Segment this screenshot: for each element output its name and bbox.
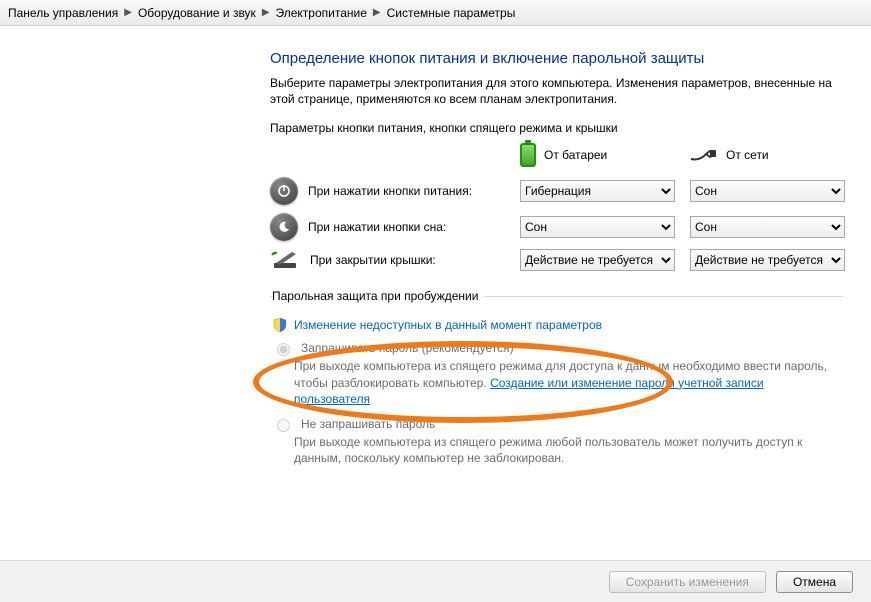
- require-password-label: Запрашивать пароль (рекомендуется): [301, 341, 514, 356]
- chevron-right-icon: ▶: [373, 7, 381, 18]
- breadcrumb-item[interactable]: Электропитание: [276, 6, 367, 20]
- no-password-radio[interactable]: [277, 419, 290, 432]
- group-hardware-title: Параметры кнопки питания, кнопки спящего…: [270, 121, 843, 135]
- power-icon: [270, 177, 298, 205]
- breadcrumb: Панель управления ▶ Оборудование и звук …: [0, 0, 871, 26]
- row-sleep-label: При нажатии кнопки сна:: [308, 220, 446, 234]
- password-group-legend: Парольная защита при пробуждении: [272, 289, 484, 303]
- column-battery-label: От батареи: [544, 148, 607, 162]
- row-power-button: При нажатии кнопки питания: Гибернация С…: [270, 177, 843, 205]
- row-sleep-button: При нажатии кнопки сна: Сон Сон: [270, 213, 843, 241]
- no-password-label: Не запрашивать пароль: [301, 417, 435, 432]
- power-battery-select[interactable]: Гибернация: [520, 180, 675, 202]
- moon-icon: [270, 213, 298, 241]
- column-headers: От батареи От сети: [270, 143, 843, 167]
- row-power-label: При нажатии кнопки питания:: [308, 184, 472, 198]
- row-lid-close: При закрытии крышки: Действие не требует…: [270, 249, 843, 271]
- option-require-password: Запрашивать пароль (рекомендуется): [272, 341, 841, 356]
- save-button[interactable]: Сохранить изменения: [609, 571, 766, 593]
- battery-icon: [520, 143, 536, 167]
- power-ac-select[interactable]: Сон: [690, 180, 845, 202]
- chevron-right-icon: ▶: [262, 7, 270, 18]
- page-intro: Выберите параметры электропитания для эт…: [270, 75, 843, 107]
- breadcrumb-item[interactable]: Панель управления: [8, 6, 118, 20]
- breadcrumb-item[interactable]: Оборудование и звук: [138, 6, 256, 20]
- lid-battery-select[interactable]: Действие не требуется: [520, 249, 675, 271]
- require-password-desc: При выходе компьютера из спящего режима …: [294, 358, 841, 407]
- content-panel: Определение кнопок питания и включение п…: [0, 26, 871, 560]
- cancel-button[interactable]: Отмена: [776, 571, 853, 593]
- sleep-battery-select[interactable]: Сон: [520, 216, 675, 238]
- page-title: Определение кнопок питания и включение п…: [270, 50, 843, 67]
- breadcrumb-item: Системные параметры: [387, 6, 516, 20]
- shield-icon: [272, 317, 288, 333]
- footer-bar: Сохранить изменения Отмена: [0, 560, 871, 602]
- change-unavailable-link[interactable]: Изменение недоступных в данный момент па…: [294, 318, 602, 332]
- option-no-password: Не запрашивать пароль: [272, 417, 841, 432]
- row-lid-label: При закрытии крышки:: [310, 253, 436, 267]
- column-ac-label: От сети: [726, 148, 769, 162]
- lid-ac-select[interactable]: Действие не требуется: [690, 249, 845, 271]
- chevron-right-icon: ▶: [124, 7, 132, 18]
- sleep-ac-select[interactable]: Сон: [690, 216, 845, 238]
- plug-icon: [690, 147, 718, 163]
- change-unavailable-settings[interactable]: Изменение недоступных в данный момент па…: [272, 317, 841, 333]
- laptop-lid-icon: [270, 249, 300, 271]
- password-protection-group: Парольная защита при пробуждении Изменен…: [270, 289, 843, 476]
- require-password-radio[interactable]: [277, 343, 290, 356]
- no-password-desc: При выходе компьютера из спящего режима …: [294, 434, 841, 466]
